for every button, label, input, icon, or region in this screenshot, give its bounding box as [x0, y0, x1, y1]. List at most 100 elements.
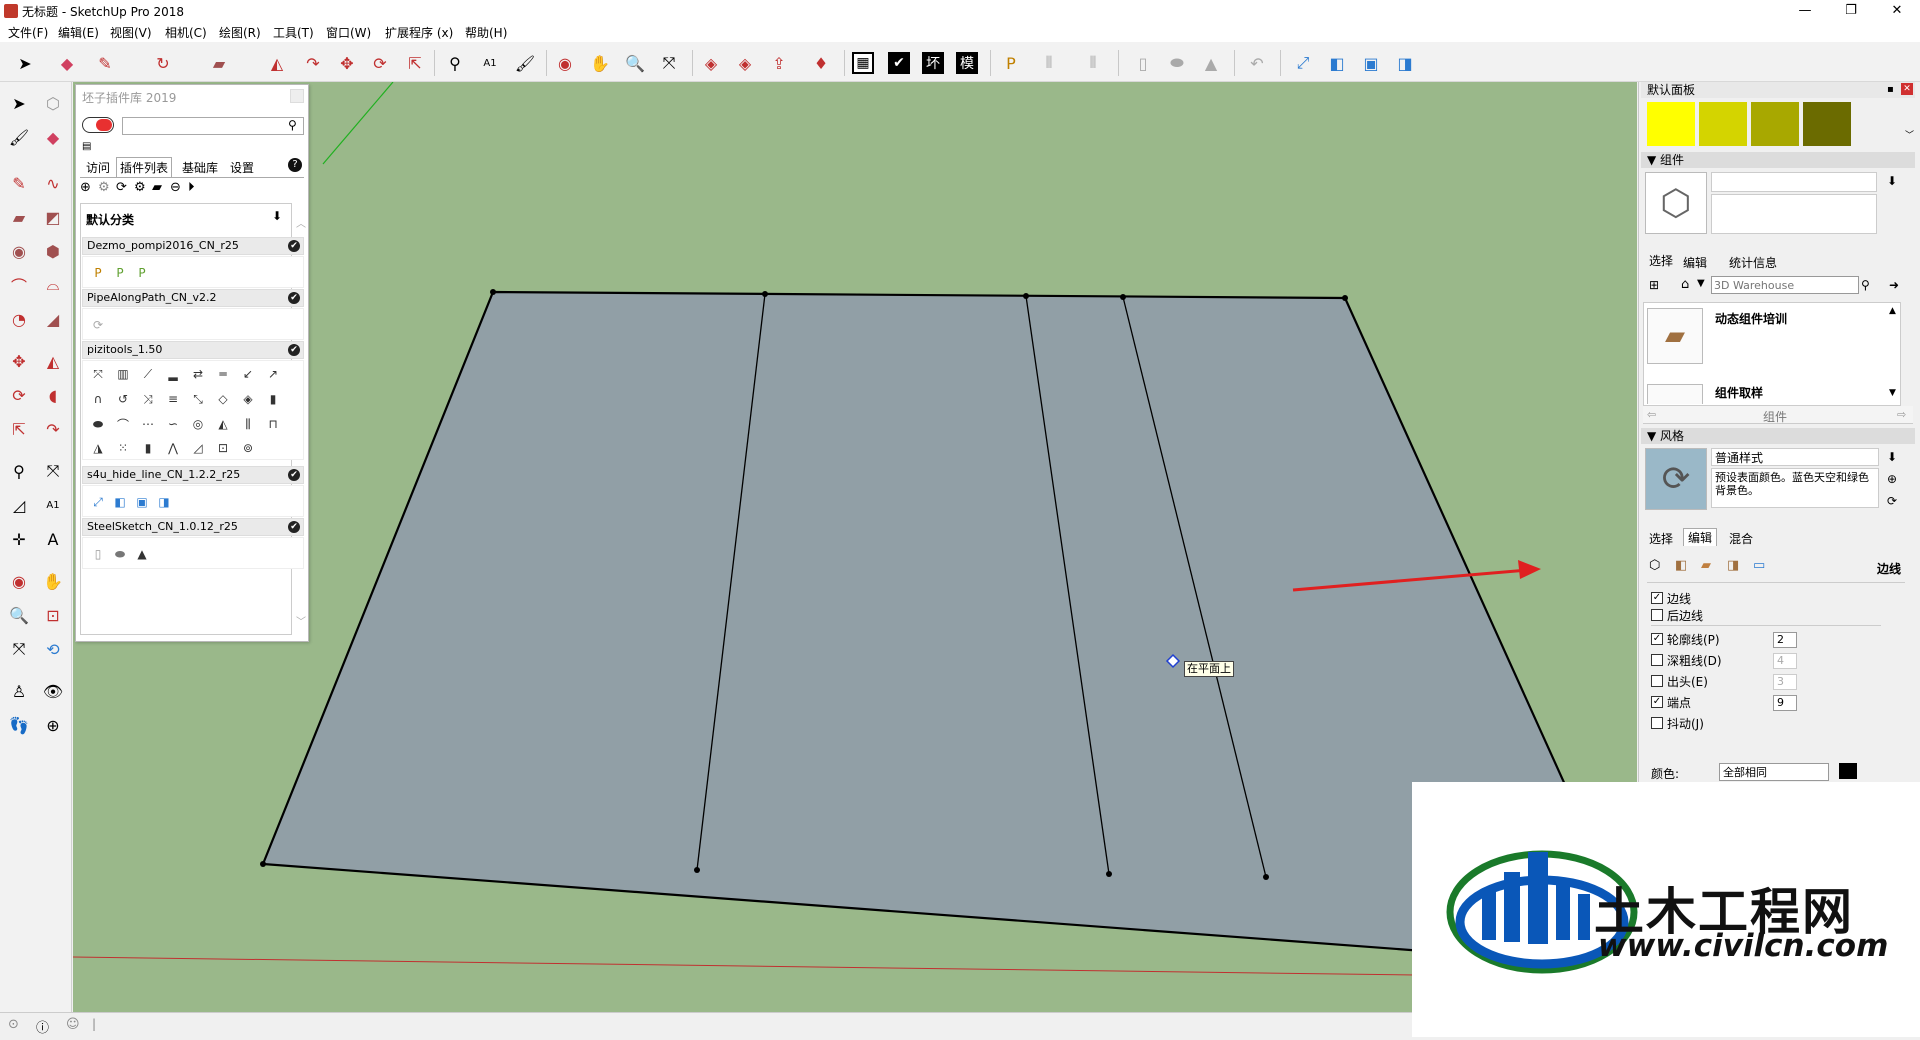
- plugin-tool-icon[interactable]: ▮: [264, 390, 282, 408]
- plugin-tool-icon[interactable]: ⁙: [114, 439, 132, 457]
- edges-checkbox[interactable]: ✓: [1651, 592, 1663, 604]
- category-dezmo[interactable]: Dezmo_pompi2016_CN_r25 ✔: [82, 237, 304, 255]
- plugin-tool-icon[interactable]: ▮: [139, 439, 157, 457]
- navigate-dropdown-icon[interactable]: ▼: [1697, 278, 1705, 289]
- plugin-tool-icon[interactable]: ⋯: [139, 415, 157, 433]
- zoom-window-tool-icon[interactable]: ⊡: [40, 602, 66, 628]
- profiles-checkbox[interactable]: ✓: [1651, 633, 1663, 645]
- pencil-icon[interactable]: ✎: [92, 50, 118, 76]
- plugin-tool-icon[interactable]: ↺: [114, 390, 132, 408]
- pan-tool-icon[interactable]: ✋: [40, 568, 66, 594]
- hide-line-tool-icon[interactable]: ◧: [111, 493, 129, 511]
- hide-line-tool-icon[interactable]: ◨: [155, 493, 173, 511]
- polygon-tool-icon[interactable]: ⬢: [40, 238, 66, 264]
- info-icon[interactable]: ⓘ: [36, 1017, 49, 1036]
- orbit-icon[interactable]: ◉: [552, 50, 578, 76]
- paint-icon[interactable]: 🖌: [512, 50, 538, 76]
- add-icon[interactable]: ⊕: [80, 180, 91, 195]
- category-s4u-hide-line[interactable]: s4u_hide_line_CN_1.2.2_r25 ✔: [82, 466, 304, 484]
- category-pipealongpath[interactable]: PipeAlongPath_CN_v2.2 ✔: [82, 289, 304, 307]
- share-icon[interactable]: ⇪: [766, 50, 792, 76]
- extension-warehouse-icon[interactable]: ◈: [732, 50, 758, 76]
- color-swatch[interactable]: [1803, 102, 1851, 146]
- plugin-tool-icon[interactable]: P: [133, 264, 151, 282]
- component-details-icon[interactable]: ⬇: [1887, 174, 1897, 188]
- search-icon[interactable]: ⚲: [288, 118, 297, 132]
- minimize-button[interactable]: —: [1782, 0, 1828, 22]
- settings-refresh-icon[interactable]: ⚙: [134, 180, 146, 195]
- line-tool-icon[interactable]: ✎: [6, 170, 32, 196]
- outliner-icon[interactable]: ▣: [1358, 50, 1384, 76]
- enabled-check-icon[interactable]: ✔: [288, 469, 300, 481]
- component-sampler-thumb[interactable]: [1647, 384, 1703, 404]
- minus-circle-icon[interactable]: ⊖: [170, 180, 181, 195]
- gear-icon[interactable]: ⚙: [98, 180, 110, 195]
- edge-color-swatch[interactable]: [1839, 763, 1857, 779]
- section-icon[interactable]: 模: [956, 52, 978, 74]
- plugin-tool-icon[interactable]: ◈: [239, 390, 257, 408]
- follow-me-icon[interactable]: ↷: [300, 50, 326, 76]
- plugin-tool-icon[interactable]: ↙: [239, 365, 257, 383]
- plugin-tool-icon[interactable]: ⤧: [89, 365, 107, 383]
- check-icon[interactable]: ✔: [888, 52, 910, 74]
- plugin-tool-icon[interactable]: ═: [214, 365, 232, 383]
- move-icon[interactable]: ✥: [334, 50, 360, 76]
- back-edges-checkbox[interactable]: [1651, 609, 1663, 621]
- weight-icon[interactable]: ▲: [1198, 50, 1224, 76]
- zoom-tool-icon[interactable]: 🔍: [6, 602, 32, 628]
- enabled-check-icon[interactable]: ✔: [288, 344, 300, 356]
- plugin-tool-icon[interactable]: ◭: [214, 415, 232, 433]
- look-around-tool-icon[interactable]: 👁: [40, 678, 66, 704]
- plugin-tool-icon[interactable]: P: [111, 264, 129, 282]
- components-header[interactable]: ▼ 组件: [1641, 152, 1915, 168]
- plugin-close-button[interactable]: [290, 89, 304, 103]
- section-plane-tool-icon[interactable]: ⊕: [40, 712, 66, 738]
- plugin-tool-icon[interactable]: ≡: [164, 390, 182, 408]
- hide-line-tool-icon[interactable]: ⤢: [89, 493, 107, 511]
- home-icon[interactable]: ⌂: [1681, 277, 1689, 292]
- extension-checkbox[interactable]: [1651, 675, 1663, 687]
- scale-tool-icon[interactable]: ⇱: [6, 416, 32, 442]
- color-swatch[interactable]: [1751, 102, 1799, 146]
- plugin-tool-icon[interactable]: ⟋: [139, 365, 157, 383]
- plugin-tool-icon[interactable]: ⌒: [114, 415, 132, 433]
- weight-tool-icon[interactable]: ▲: [133, 545, 151, 563]
- select-tool-icon[interactable]: ➤: [6, 90, 32, 116]
- edge-color-dropdown[interactable]: 全部相同: [1719, 763, 1829, 781]
- plugin-tool-icon[interactable]: ⇄: [189, 365, 207, 383]
- scroll-up-icon[interactable]: ︿: [296, 215, 306, 230]
- walk-tool-icon[interactable]: 👣: [6, 712, 32, 738]
- dimension-tool-icon[interactable]: ⤧: [40, 458, 66, 484]
- orbit-tool-icon[interactable]: ◉: [6, 568, 32, 594]
- menu-file[interactable]: 文件(F): [8, 24, 48, 41]
- help-icon[interactable]: ?: [288, 158, 302, 172]
- menu-camera[interactable]: 相机(C): [165, 24, 207, 41]
- menu-help[interactable]: 帮助(H): [465, 24, 507, 41]
- plugin-search-input[interactable]: [122, 117, 304, 135]
- pan-icon[interactable]: ✋: [587, 50, 613, 76]
- back-arrow-icon[interactable]: ⇦: [1647, 408, 1656, 421]
- move-tool-icon[interactable]: ✥: [6, 348, 32, 374]
- menu-edit[interactable]: 编辑(E): [58, 24, 99, 41]
- category-pizitools[interactable]: pizitools_1.50 ✔: [82, 341, 304, 359]
- refresh-icon[interactable]: ⟳: [116, 180, 127, 195]
- eraser-icon[interactable]: ◆: [54, 50, 80, 76]
- tape-tool-icon[interactable]: ⚲: [6, 458, 32, 484]
- rotate-icon[interactable]: ⟳: [367, 50, 393, 76]
- view-options-icon[interactable]: ⊞: [1649, 278, 1659, 292]
- pie-tool-icon[interactable]: ◔: [6, 306, 32, 332]
- plugin-tool-icon[interactable]: ⬬: [89, 415, 107, 433]
- tray-close-icon[interactable]: ✕: [1901, 83, 1913, 95]
- rectangle-tool-icon[interactable]: ▰: [6, 204, 32, 230]
- plugin-tool-icon[interactable]: ◿: [189, 439, 207, 457]
- push-pull-tool-icon[interactable]: ◭: [40, 348, 66, 374]
- scroll-down-icon[interactable]: ▼: [1889, 388, 1896, 398]
- eraser-soft-icon[interactable]: ⬬: [1164, 50, 1190, 76]
- close-button[interactable]: ✕: [1874, 0, 1920, 22]
- menu-view[interactable]: 视图(V): [110, 24, 152, 41]
- maximize-button[interactable]: ❐: [1828, 0, 1874, 22]
- plugin-tool-icon[interactable]: ↗: [264, 365, 282, 383]
- eraser-soft-tool-icon[interactable]: ⬬: [111, 545, 129, 563]
- menu-extensions[interactable]: 扩展程序 (x): [385, 24, 453, 41]
- style-details-icon[interactable]: ⬇: [1887, 450, 1897, 464]
